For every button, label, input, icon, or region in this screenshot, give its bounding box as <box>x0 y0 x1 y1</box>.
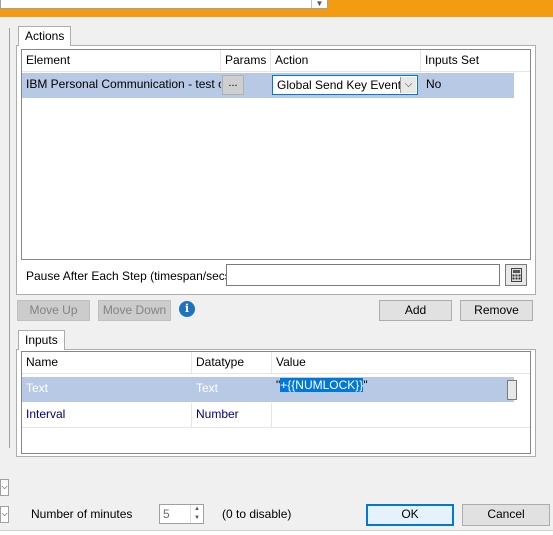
pause-label: Pause After Each Step (timespan/secs) <box>26 269 235 283</box>
cell-element: IBM Personal Communication - test object <box>26 77 221 91</box>
tab-actions-label: Actions <box>25 29 65 43</box>
params-button[interactable]: ... <box>222 75 244 95</box>
column-header-inputs-set[interactable]: Inputs Set <box>421 50 530 72</box>
table-row[interactable]: Text Text "+{{NUMLOCK}}" <box>22 377 514 402</box>
info-icon[interactable]: i <box>179 301 195 317</box>
cell-name: Text <box>26 381 49 395</box>
column-header-value[interactable]: Value <box>272 352 530 374</box>
disable-hint: (0 to disable) <box>222 507 292 521</box>
cell-name: Interval <box>22 403 192 428</box>
top-combo-box[interactable] <box>0 0 328 9</box>
move-up-button[interactable]: Move Up <box>17 300 90 321</box>
pause-input[interactable] <box>226 264 500 286</box>
minutes-value: 5 <box>163 507 170 521</box>
column-header-name[interactable]: Name <box>22 352 192 374</box>
minutes-spinner[interactable]: 5 ▲ ▼ <box>159 504 204 524</box>
column-header-element[interactable]: Element <box>22 50 221 72</box>
cancel-button[interactable]: Cancel <box>462 504 550 526</box>
cell-datatype: Text <box>196 381 219 395</box>
value-field[interactable]: "+{{NUMLOCK}}" <box>273 378 513 400</box>
chevron-down-icon[interactable]: ▼ <box>311 0 327 8</box>
ok-button[interactable]: OK <box>366 504 454 526</box>
calculator-icon[interactable] <box>505 264 527 286</box>
actions-grid: Element Params Action Inputs Set IBM Per… <box>21 49 531 260</box>
cell-inputs-set: No <box>426 77 442 91</box>
bottom-edge <box>0 530 553 535</box>
cell-datatype: Number <box>192 403 272 428</box>
action-dropdown[interactable]: Global Send Key Event ⌵ <box>272 75 418 95</box>
left-panel-edge <box>0 28 10 448</box>
value-selected-text: +{{NUMLOCK}} <box>280 378 364 392</box>
chevron-down-icon[interactable]: ⌵ <box>0 506 9 523</box>
remove-button[interactable]: Remove <box>460 300 533 321</box>
tab-inputs[interactable]: Inputs <box>18 330 65 350</box>
chevron-down-icon[interactable]: ⌵ <box>0 479 9 496</box>
column-header-params[interactable]: Params <box>221 50 271 72</box>
column-header-datatype[interactable]: Datatype <box>192 352 272 374</box>
tab-inputs-label: Inputs <box>25 333 58 347</box>
calculator-icon[interactable] <box>507 380 517 400</box>
table-row[interactable]: IBM Personal Communication - test object… <box>22 73 514 98</box>
value-suffix: " <box>363 378 368 392</box>
table-row[interactable]: Interval Number <box>22 403 530 428</box>
spinner-arrows-icon[interactable]: ▲ ▼ <box>190 505 203 523</box>
minutes-label: Number of minutes <box>31 507 133 521</box>
move-down-button[interactable]: Move Down <box>98 300 171 321</box>
action-dropdown-value: Global Send Key Event <box>277 78 402 92</box>
column-header-action[interactable]: Action <box>271 50 421 72</box>
tab-actions[interactable]: Actions <box>18 26 72 46</box>
chevron-down-icon[interactable]: ⌵ <box>400 77 416 93</box>
inputs-grid: Name Datatype Value Text Text "+{{NUMLOC… <box>21 351 531 454</box>
add-button[interactable]: Add <box>379 300 452 321</box>
